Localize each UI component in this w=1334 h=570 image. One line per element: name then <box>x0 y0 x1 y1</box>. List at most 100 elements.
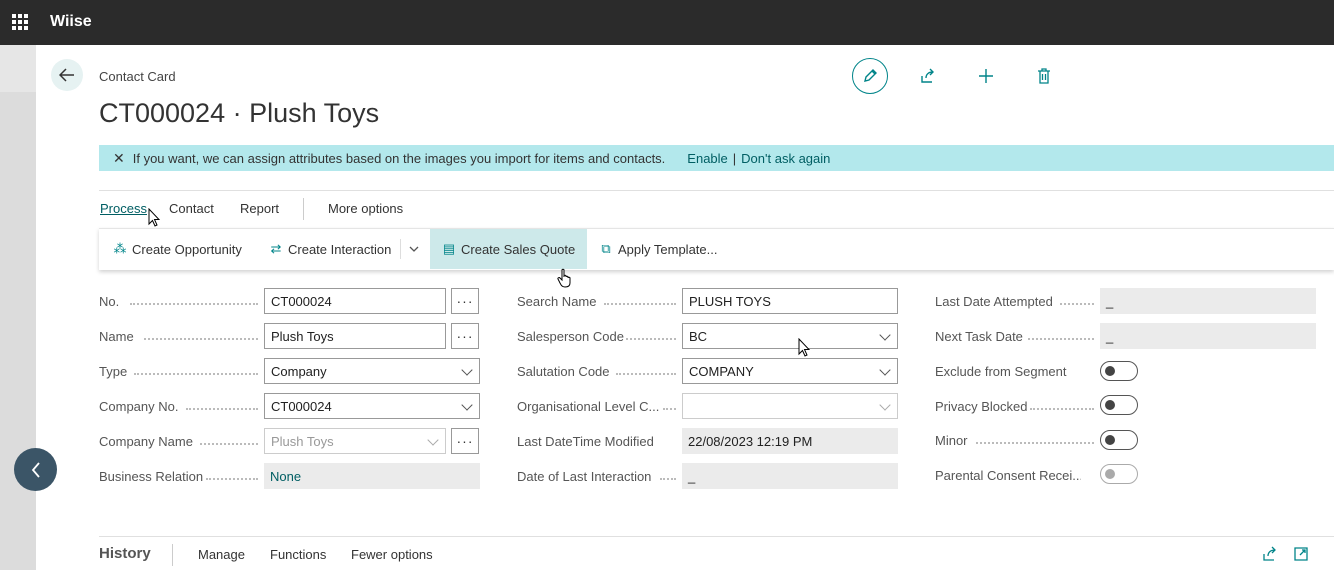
chevron-down-icon <box>427 434 439 446</box>
share-icon[interactable] <box>1262 546 1278 562</box>
create-interaction-label: Create Interaction <box>288 241 392 257</box>
chevron-down-icon <box>461 399 473 411</box>
action-separator <box>303 198 304 220</box>
create-opportunity-label: Create Opportunity <box>132 241 242 257</box>
top-app-bar: Wiise <box>0 0 1334 45</box>
last-attempted-field: _ <box>1100 288 1316 314</box>
privacy-blocked-toggle[interactable] <box>1100 395 1138 415</box>
business-relation-label: Business Relation <box>99 469 204 484</box>
sales-quote-icon: ▤ <box>442 241 456 256</box>
left-background-strip <box>0 45 36 570</box>
app-launcher-icon[interactable] <box>12 14 28 30</box>
privacy-blocked-label: Privacy Blocked <box>935 399 1028 414</box>
last-interaction-label: Date of Last Interaction <box>517 469 652 484</box>
manage-tab[interactable]: Manage <box>198 547 245 562</box>
new-button[interactable] <box>968 58 1004 94</box>
history-title[interactable]: History <box>99 545 151 562</box>
create-opportunity-button[interactable]: ⁂ Create Opportunity <box>113 229 242 269</box>
business-relation-field[interactable]: None <box>264 463 480 489</box>
company-name-select: Plush Toys <box>264 428 446 454</box>
last-modified-label: Last DateTime Modified <box>517 434 654 449</box>
chevron-down-icon <box>461 364 473 376</box>
tab-contact[interactable]: Contact <box>169 201 214 216</box>
parental-consent-label: Parental Consent Recei... <box>935 468 1081 483</box>
minor-label: Minor <box>935 433 968 448</box>
organisational-level-select <box>682 393 898 419</box>
arrow-left-icon <box>59 68 74 82</box>
leader-dots <box>144 328 258 340</box>
leader-dots <box>186 398 258 410</box>
company-name-lookup-button[interactable]: ··· <box>451 428 479 454</box>
create-interaction-button[interactable]: ⇄ Create Interaction <box>269 229 392 269</box>
leader-dots <box>130 293 258 305</box>
search-name-label: Search Name <box>517 294 597 309</box>
expand-icon[interactable] <box>1293 546 1309 562</box>
type-label: Type <box>99 364 128 379</box>
interaction-icon: ⇄ <box>270 241 282 256</box>
leader-dots <box>1060 293 1094 305</box>
salesperson-code-select[interactable]: BC <box>682 323 898 349</box>
leader-dots <box>206 468 258 480</box>
dont-ask-again-link[interactable]: Don't ask again <box>741 151 830 166</box>
more-options-button[interactable]: More options <box>328 201 403 216</box>
salutation-code-select[interactable]: COMPANY <box>682 358 898 384</box>
apply-template-button[interactable]: ⧉ Apply Template... <box>599 229 717 269</box>
chevron-down-icon <box>879 329 891 341</box>
tab-report[interactable]: Report <box>240 201 279 216</box>
banner-separator: | <box>732 150 737 166</box>
leader-dots <box>663 398 676 410</box>
parental-consent-toggle <box>1100 464 1138 484</box>
functions-tab[interactable]: Functions <box>270 547 326 562</box>
next-task-field: _ <box>1100 323 1316 349</box>
breadcrumb: Contact Card <box>99 69 176 84</box>
ribbon-dropdown-button[interactable] <box>406 229 422 269</box>
no-lookup-button[interactable]: ··· <box>451 288 479 314</box>
salesperson-code-value: BC <box>689 328 708 344</box>
history-divider <box>99 536 1334 537</box>
trash-icon <box>1038 68 1050 84</box>
minor-toggle[interactable] <box>1100 430 1138 450</box>
last-modified-field: 22/08/2023 12:19 PM <box>682 428 898 454</box>
close-icon[interactable]: ✕ <box>113 150 125 167</box>
type-select[interactable]: Company <box>264 358 480 384</box>
template-icon: ⧉ <box>601 241 611 256</box>
type-value: Company <box>271 363 327 379</box>
edit-button[interactable] <box>852 58 888 94</box>
collapse-nav-button[interactable] <box>14 448 57 491</box>
leader-dots <box>616 363 676 375</box>
organisational-level-label: Organisational Level C... <box>517 399 660 414</box>
company-no-label: Company No. <box>99 399 179 414</box>
leader-dots <box>604 293 676 305</box>
app-brand[interactable]: Wiise <box>50 13 92 31</box>
plus-icon <box>979 69 993 83</box>
create-sales-quote-button[interactable]: ▤ Create Sales Quote <box>430 229 588 269</box>
salutation-code-label: Salutation Code <box>517 364 610 379</box>
name-field[interactable]: Plush Toys <box>264 323 446 349</box>
banner-message: If you want, we can assign attributes ba… <box>132 150 666 166</box>
enable-link[interactable]: Enable <box>687 151 727 166</box>
exclude-segment-toggle[interactable] <box>1100 361 1138 381</box>
back-button[interactable] <box>51 59 83 91</box>
delete-button[interactable] <box>1026 58 1062 94</box>
search-name-field[interactable]: PLUSH TOYS <box>682 288 898 314</box>
last-interaction-field[interactable]: _ <box>682 463 898 489</box>
next-task-label: Next Task Date <box>935 329 1023 344</box>
leader-dots <box>1028 328 1094 340</box>
create-sales-quote-label: Create Sales Quote <box>461 241 576 257</box>
chevron-down-icon <box>409 246 419 252</box>
chevron-left-icon <box>31 461 40 478</box>
salesperson-code-label: Salesperson Code <box>517 329 624 344</box>
company-no-value: CT000024 <box>271 398 332 414</box>
fewer-options-button[interactable]: Fewer options <box>351 547 433 562</box>
ribbon-separator <box>400 239 401 259</box>
name-lookup-button[interactable]: ··· <box>451 323 479 349</box>
no-label: No. <box>99 294 120 309</box>
share-icon <box>921 68 934 83</box>
no-field[interactable]: CT000024 <box>264 288 446 314</box>
tab-process[interactable]: Process <box>100 201 147 216</box>
salutation-code-value: COMPANY <box>689 363 754 379</box>
opportunity-icon: ⁂ <box>113 241 127 256</box>
company-name-label: Company Name <box>99 434 193 449</box>
company-no-select[interactable]: CT000024 <box>264 393 480 419</box>
share-button[interactable] <box>910 58 946 94</box>
